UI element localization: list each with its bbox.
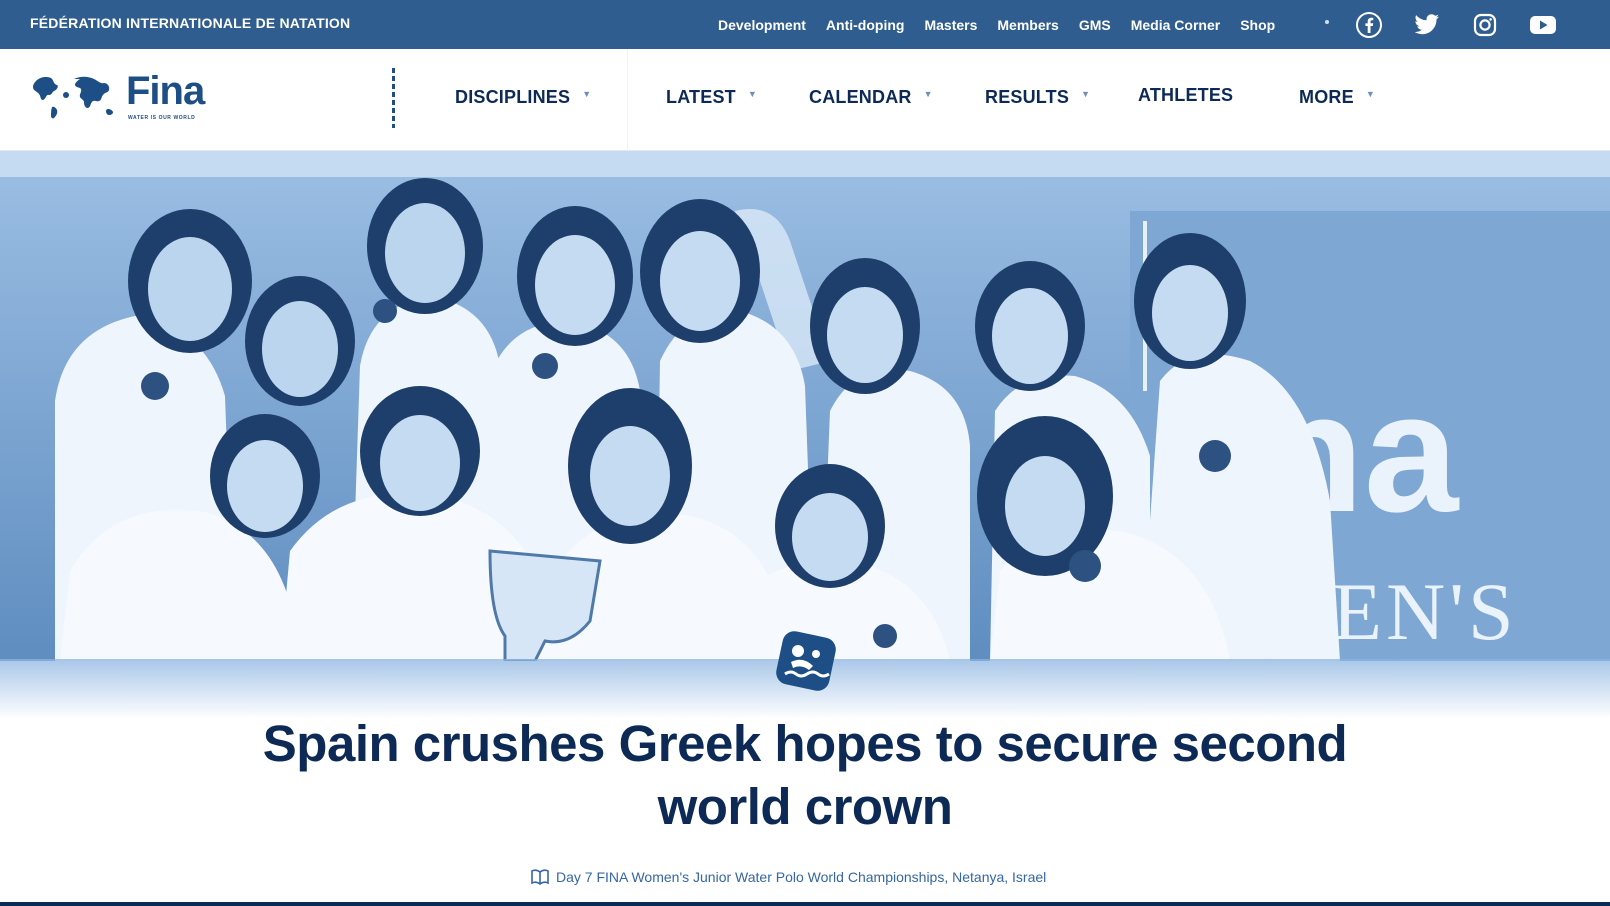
chevron-down-icon: ▼ [747, 88, 757, 99]
social-links [1355, 0, 1587, 49]
article-headline: Spain crushes Greek hopes to secure seco… [262, 715, 1348, 835]
nav-label: CALENDAR [809, 87, 912, 107]
twitter-icon[interactable] [1413, 11, 1441, 39]
chevron-down-icon: ▼ [1081, 88, 1090, 99]
nav-divider-light [627, 49, 628, 151]
globe-icon [33, 76, 113, 119]
utility-link-gms[interactable]: GMS [1079, 17, 1111, 33]
main-navigation: Fina WATER IS OUR WORLD DISCIPLINES ▼ LA… [0, 49, 1610, 151]
utility-link-members[interactable]: Members [997, 17, 1058, 33]
nav-label: LATEST [666, 87, 736, 107]
chevron-down-icon: ▼ [582, 88, 592, 99]
utility-link-anti-doping[interactable]: Anti-doping [826, 17, 905, 33]
article-caption[interactable]: Day 7 FINA Women's Junior Water Polo Wor… [530, 868, 1046, 886]
separator-dot [1325, 20, 1329, 24]
water-polo-icon[interactable] [769, 624, 843, 698]
nav-item-more[interactable]: MORE ▼ [1299, 87, 1375, 108]
nav-label: RESULTS [985, 87, 1070, 107]
fina-logo[interactable]: Fina WATER IS OUR WORLD [30, 69, 210, 129]
caption-text: Day 7 FINA Women's Junior Water Polo Wor… [556, 869, 1047, 885]
nav-item-disciplines[interactable]: DISCIPLINES ▼ [455, 87, 591, 108]
youtube-icon[interactable] [1529, 11, 1557, 39]
utility-link-media-corner[interactable]: Media Corner [1131, 17, 1220, 33]
utility-links: Development Anti-doping Masters Members … [718, 0, 1295, 49]
top-utility-bar: FÉDÉRATION INTERNATIONALE DE NATATION De… [0, 0, 1610, 49]
organisation-name: FÉDÉRATION INTERNATIONALE DE NATATION [30, 15, 351, 31]
logo-tagline: WATER IS OUR WORLD [128, 115, 196, 121]
nav-divider [392, 68, 395, 128]
nav-item-results[interactable]: RESULTS ▼ [985, 87, 1090, 108]
chevron-down-icon: ▼ [923, 88, 933, 99]
chevron-down-icon: ▼ [1365, 88, 1375, 99]
hero-image: na MEN'S [0, 151, 1610, 661]
nav-label: DISCIPLINES [455, 87, 571, 107]
logo-wordmark: Fina [126, 69, 205, 113]
nav-item-latest[interactable]: LATEST ▼ [666, 87, 757, 108]
nav-item-calendar[interactable]: CALENDAR ▼ [809, 87, 933, 108]
utility-link-shop[interactable]: Shop [1240, 17, 1275, 33]
book-icon [531, 869, 549, 885]
utility-link-development[interactable]: Development [718, 17, 806, 33]
instagram-icon[interactable] [1471, 11, 1499, 39]
bottom-border [0, 902, 1610, 906]
utility-link-masters[interactable]: Masters [924, 17, 977, 33]
nav-item-athletes[interactable]: ATHLETES [1138, 85, 1233, 106]
facebook-icon[interactable] [1355, 11, 1383, 39]
nav-label: MORE [1299, 87, 1354, 107]
nav-label: ATHLETES [1138, 85, 1234, 105]
team-photo: na MEN'S [0, 151, 1610, 661]
